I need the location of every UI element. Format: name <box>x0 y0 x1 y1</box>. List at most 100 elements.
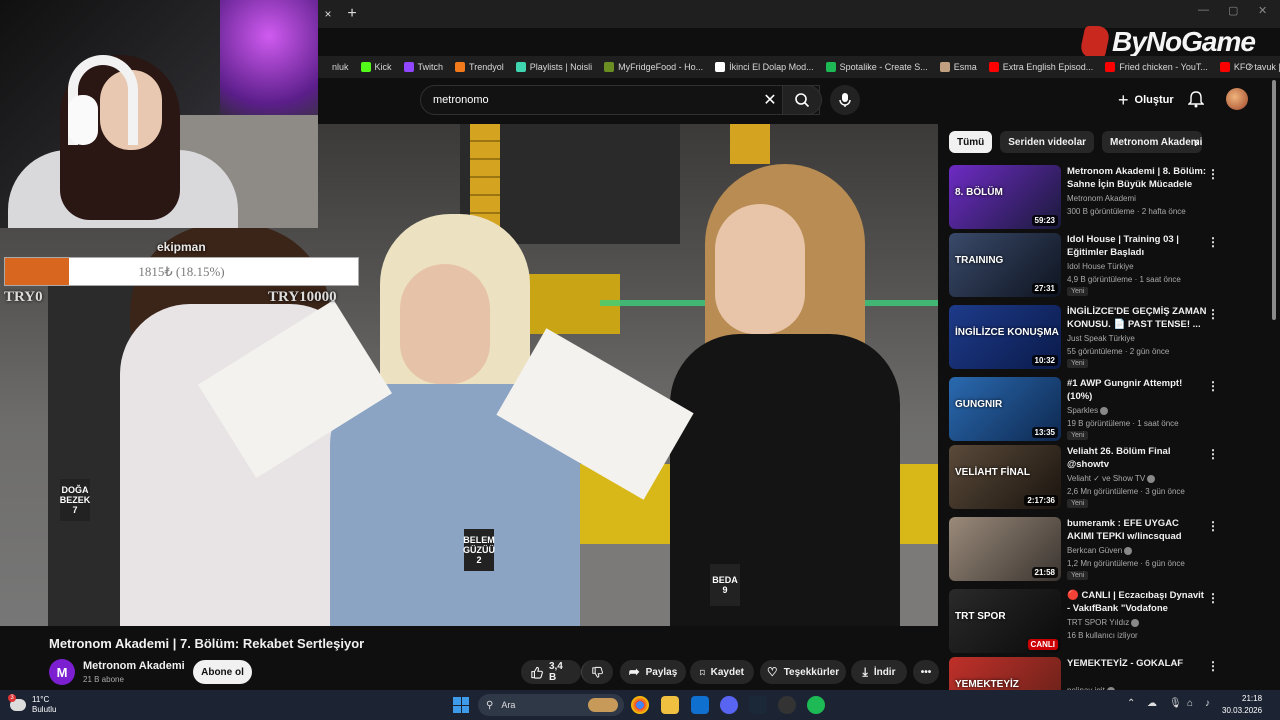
video-thumbnail[interactable]: TRAINING 27:31 <box>949 233 1061 297</box>
video-menu-icon[interactable]: ⋮ <box>1207 167 1219 181</box>
search-input-value: metronomo <box>433 94 489 106</box>
filter-chip[interactable]: Metronom Akademi a <box>1102 131 1203 153</box>
video-thumbnail[interactable]: 21:58 <box>949 517 1061 581</box>
clear-search-icon[interactable]: ✕ <box>758 88 782 112</box>
video-title[interactable]: 🔴 CANLI | Eczacıbaşı Dynavit - VakıfBank… <box>1067 589 1207 616</box>
notifications-button[interactable] <box>1187 90 1205 113</box>
video-menu-icon[interactable]: ⋮ <box>1207 591 1219 605</box>
search-button[interactable] <box>782 85 822 115</box>
tray-overflow-icon[interactable]: ⌃ <box>1127 698 1135 709</box>
taskbar-search[interactable]: ⚲ Ara <box>478 694 624 716</box>
new-tab-button[interactable]: + <box>342 4 362 24</box>
video-thumbnail[interactable]: İNGİLİZCE KONUŞMA 10:32 <box>949 305 1061 369</box>
video-menu-icon[interactable]: ⋮ <box>1207 519 1219 533</box>
obs-icon[interactable] <box>778 696 796 714</box>
video-menu-icon[interactable]: ⋮ <box>1207 307 1219 321</box>
bookmark-item[interactable]: İkinci El Dolap Mod... <box>715 62 814 72</box>
bookmark-item[interactable]: Spotalike - Create S... <box>825 62 928 72</box>
video-title[interactable]: Veliaht 26. Bölüm Final @showtv <box>1067 445 1207 471</box>
video-thumbnail[interactable]: 8. BÖLÜM 59:23 <box>949 165 1061 229</box>
video-menu-icon[interactable]: ⋮ <box>1207 235 1219 249</box>
bookmark-item[interactable]: Esma <box>939 62 977 72</box>
bookmarks-overflow-button[interactable]: » <box>1248 61 1258 72</box>
video-title[interactable]: Metronom Akademi | 8. Bölüm: Sahne İçin … <box>1067 165 1207 191</box>
file-explorer-icon[interactable] <box>661 696 679 714</box>
volume-icon[interactable]: ♪ <box>1205 698 1210 709</box>
spotify-icon[interactable] <box>807 696 825 714</box>
channel-avatar[interactable]: M <box>49 659 75 685</box>
recommended-video[interactable]: 21:58 bumeramk : EFE UYGAC AKIMI TEPKI w/… <box>949 517 1269 581</box>
filter-chip[interactable]: Seriden videolar <box>1000 131 1095 153</box>
minimize-icon[interactable]: — <box>1198 4 1209 16</box>
video-channel[interactable]: Sparkles <box>1067 406 1109 415</box>
like-count: 3,4 B <box>548 661 563 683</box>
tab-close-icon[interactable]: × <box>318 0 338 28</box>
bookmark-item[interactable]: Trendyol <box>455 62 504 72</box>
more-actions-button[interactable]: ••• <box>913 660 939 684</box>
window-close-icon[interactable]: ✕ <box>1258 4 1267 17</box>
bookmark-label: İkinci El Dolap Mod... <box>729 62 814 72</box>
recommended-video[interactable]: İNGİLİZCE KONUŞMA 10:32 İNGİLİZCE'DE GEÇMİ… <box>949 305 1269 369</box>
like-button[interactable]: 3,4 B <box>521 660 581 684</box>
video-channel[interactable]: Veliaht ✓ ve Show TV <box>1067 474 1156 483</box>
video-menu-icon[interactable]: ⋮ <box>1207 447 1219 461</box>
video-channel[interactable]: Metronom Akademi <box>1067 194 1136 203</box>
bookmark-item[interactable]: Kick <box>360 62 392 72</box>
bookmark-item[interactable]: Fried chicken - YouT... <box>1105 62 1208 72</box>
donation-goal-max: TRY10000 <box>268 289 337 305</box>
account-avatar[interactable] <box>1226 88 1248 110</box>
dislike-button[interactable] <box>581 660 613 684</box>
bookmark-item[interactable]: Twitch <box>403 62 443 72</box>
share-button[interactable]: ➦ Paylaş <box>620 660 686 684</box>
page-scrollbar[interactable] <box>1270 80 1278 330</box>
recommended-video[interactable]: TRAINING 27:31 Idol House | Training 03 | … <box>949 233 1269 297</box>
recommended-video[interactable]: GUNGNIR 13:35 #1 AWP Gungnir Attempt! (10%… <box>949 377 1269 441</box>
bookmark-item[interactable]: MyFridgeFood - Ho... <box>604 62 703 72</box>
discord-icon[interactable] <box>720 696 738 714</box>
scrollbar-thumb[interactable] <box>1272 80 1276 320</box>
recommended-video[interactable]: VELİAHT FİNAL 2:17:36 Veliaht 26. Bölüm Fi… <box>949 445 1269 509</box>
video-thumbnail[interactable]: TRT SPOR CANLI <box>949 589 1061 653</box>
recommended-video[interactable]: 8. BÖLÜM 59:23 Metronom Akademi | 8. Bölüm… <box>949 165 1269 229</box>
bookmark-item[interactable]: Playlists | Noisli <box>515 62 592 72</box>
video-channel[interactable]: Idol House Türkiye <box>1067 262 1134 271</box>
chrome-icon[interactable] <box>631 696 649 714</box>
video-title[interactable]: YEMEKTEYİZ - GOKALAF <box>1067 657 1207 670</box>
video-channel[interactable]: TRT SPOR Yıldız <box>1067 618 1140 627</box>
network-icon[interactable]: ⌂ <box>1187 698 1193 709</box>
subscribe-button[interactable]: Abone ol <box>193 660 252 684</box>
bookmark-favicon-icon <box>604 62 615 72</box>
bookmark-item[interactable]: nluk <box>318 62 349 72</box>
chips-next-icon[interactable]: › <box>1194 134 1199 150</box>
video-thumbnail[interactable]: GUNGNIR 13:35 <box>949 377 1061 441</box>
channel-name[interactable]: Metronom Akademi <box>83 660 185 672</box>
video-title[interactable]: bumeramk : EFE UYGAC AKIMI TEPKI w/lincs… <box>1067 517 1207 543</box>
outlook-icon[interactable] <box>691 696 709 714</box>
bookmark-item[interactable]: Extra English Episod... <box>988 62 1093 72</box>
filter-chips: Tümü Seriden videolar Metronom Akademi a <box>949 131 1203 153</box>
subscriber-count: 21 B abone <box>83 675 124 684</box>
video-menu-icon[interactable]: ⋮ <box>1207 379 1219 393</box>
video-title[interactable]: İNGİLİZCE'DE GEÇMİŞ ZAMAN KONUSU. 📄 PAST… <box>1067 305 1207 331</box>
maximize-icon[interactable]: ▢ <box>1228 4 1238 17</box>
save-button[interactable]: Kaydet <box>690 660 754 684</box>
steam-icon[interactable] <box>749 696 767 714</box>
filter-chip[interactable]: Tümü <box>949 131 993 153</box>
onedrive-icon[interactable]: ☁ <box>1147 698 1157 709</box>
recommended-video[interactable]: TRT SPOR CANLI 🔴 CANLI | Eczacıbaşı Dynavi… <box>949 589 1269 653</box>
voice-search-button[interactable] <box>830 85 860 115</box>
weather-widget[interactable]: 3 11°C Bulutlu <box>8 690 56 720</box>
video-thumbnail[interactable]: VELİAHT FİNAL 2:17:36 <box>949 445 1061 509</box>
download-button[interactable]: ⤓ İndir <box>851 660 907 684</box>
create-button[interactable]: + Oluştur <box>1118 86 1174 114</box>
video-title[interactable]: Idol House | Training 03 | Eğitimler Baş… <box>1067 233 1207 259</box>
video-menu-icon[interactable]: ⋮ <box>1207 659 1219 673</box>
video-channel[interactable]: Berkcan Güven <box>1067 546 1133 555</box>
video-channel[interactable]: Just Speak Türkiye <box>1067 334 1135 343</box>
microphone-tray-icon[interactable]: 🎙 <box>1169 698 1182 709</box>
video-title[interactable]: #1 AWP Gungnir Attempt! (10%) <box>1067 377 1207 403</box>
video-duration: 2:17:36 <box>1024 495 1058 506</box>
thanks-button[interactable]: ♡ Teşekkürler <box>760 660 846 684</box>
start-button[interactable] <box>453 697 469 713</box>
taskbar-clock[interactable]: 21:18 30.03.2026 <box>1222 693 1262 717</box>
